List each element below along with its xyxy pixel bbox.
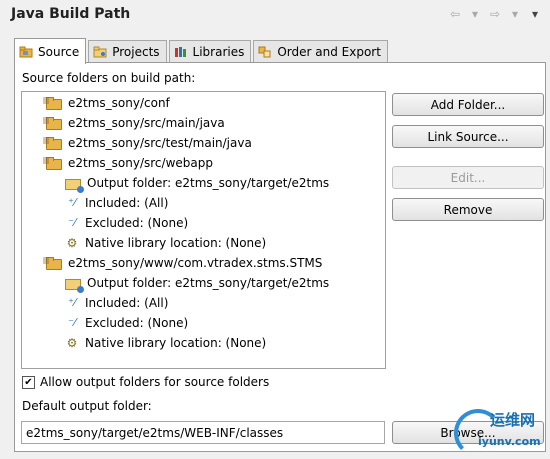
tree-item-included[interactable]: ⁺⁄ Included: (All) (65, 294, 168, 312)
tree-item-source-folder[interactable]: e2tms_sony/src/test/main/java (43, 134, 252, 152)
tree-item-source-folder[interactable]: e2tms_sony/conf (43, 94, 170, 112)
tree-item-label: e2tms_sony/src/main/java (68, 116, 225, 130)
tree-item-label: Excluded: (None) (85, 316, 189, 330)
tab-label: Source (38, 44, 80, 59)
tree-item-included[interactable]: ⁺⁄ Included: (All) (65, 194, 168, 212)
tree-item-label: Output folder: e2tms_sony/target/e2tms (87, 276, 330, 290)
default-output-folder-label: Default output folder: (22, 399, 152, 413)
tab-source[interactable]: Source (14, 38, 87, 64)
tab-projects[interactable]: Projects (88, 40, 167, 63)
tree-item-excluded[interactable]: ⁻⁄ Excluded: (None) (65, 314, 188, 332)
forward-arrow-icon[interactable]: ⇨ (488, 7, 502, 21)
native-library-icon: ⚙ (66, 336, 78, 350)
tab-order-and-export[interactable]: Order and Export (253, 40, 388, 63)
source-folder-icon (43, 157, 62, 170)
allow-output-folders-label: Allow output folders for source folders (40, 375, 270, 389)
exclusion-filter-icon: ⁻⁄ (68, 316, 76, 329)
tree-item-label: Native library location: (None) (85, 236, 267, 250)
tab-label: Projects (112, 45, 160, 59)
source-folder-icon (43, 257, 62, 270)
tree-item-label: Native library location: (None) (85, 336, 267, 350)
tree-item-label: e2tms_sony/www/com.vtradex.stms.STMS (68, 256, 323, 270)
exclusion-filter-icon: ⁻⁄ (68, 216, 76, 229)
edit-button[interactable]: Edit... (392, 166, 544, 189)
allow-output-folders-checkbox[interactable]: ✔ (22, 375, 35, 389)
tree-item-native-library[interactable]: ⚙ Native library location: (None) (65, 234, 267, 252)
tab-bar: Source Projects Libraries Order and Expo… (14, 38, 390, 64)
page-title: Java Build Path (11, 6, 131, 22)
inclusion-filter-icon: ⁺⁄ (68, 296, 76, 309)
tree-item-source-folder[interactable]: e2tms_sony/www/com.vtradex.stms.STMS (43, 254, 323, 272)
tree-item-label: e2tms_sony/src/webapp (68, 156, 213, 170)
tab-label: Order and Export (277, 45, 381, 59)
forward-dropdown-icon[interactable]: ▾ (508, 7, 522, 21)
tree-item-label: e2tms_sony/conf (68, 96, 170, 110)
tree-item-excluded[interactable]: ⁻⁄ Excluded: (None) (65, 214, 188, 232)
history-nav: ⇦ ▾ ⇨ ▾ ▾ (448, 7, 542, 21)
add-folder-button[interactable]: Add Folder... (392, 93, 544, 116)
tree-item-label: Excluded: (None) (85, 216, 189, 230)
tree-item-output-folder[interactable]: Output folder: e2tms_sony/target/e2tms (65, 274, 330, 293)
view-menu-icon[interactable]: ▾ (528, 7, 542, 21)
remove-button[interactable]: Remove (392, 198, 544, 221)
tab-label: Libraries (192, 45, 245, 59)
output-folder-icon (65, 279, 84, 293)
source-folder-tree[interactable]: e2tms_sony/conf e2tms_sony/src/main/java… (21, 91, 386, 369)
tree-item-label: Output folder: e2tms_sony/target/e2tms (87, 176, 330, 190)
tree-item-output-folder[interactable]: Output folder: e2tms_sony/target/e2tms (65, 174, 330, 193)
tree-item-source-folder[interactable]: e2tms_sony/src/webapp (43, 154, 213, 172)
inclusion-filter-icon: ⁺⁄ (68, 196, 76, 209)
source-folder-icon (43, 117, 62, 130)
library-books-icon (174, 46, 188, 58)
tree-item-label: e2tms_sony/src/test/main/java (68, 136, 252, 150)
tree-item-label: Included: (All) (85, 296, 169, 310)
header-bar: Java Build Path ⇦ ▾ ⇨ ▾ ▾ (0, 0, 550, 32)
default-output-folder-field[interactable] (21, 421, 385, 444)
tree-item-source-folder[interactable]: e2tms_sony/src/main/java (43, 114, 225, 132)
output-folder-icon (65, 179, 84, 193)
browse-button[interactable]: Browse... (392, 421, 544, 444)
source-folder-icon (43, 97, 62, 110)
source-folders-label: Source folders on build path: (22, 71, 196, 85)
tab-libraries[interactable]: Libraries (168, 40, 252, 63)
allow-output-folders-option[interactable]: ✔ Allow output folders for source folder… (22, 375, 269, 389)
back-arrow-icon[interactable]: ⇦ (448, 7, 462, 21)
link-source-button[interactable]: Link Source... (392, 125, 544, 148)
project-folder-icon (93, 46, 107, 58)
tree-item-native-library[interactable]: ⚙ Native library location: (None) (65, 334, 267, 352)
native-library-icon: ⚙ (66, 236, 78, 250)
source-folder-icon (19, 46, 33, 58)
source-folder-icon (43, 137, 62, 150)
order-export-icon (258, 46, 272, 58)
back-dropdown-icon[interactable]: ▾ (468, 7, 482, 21)
tree-item-label: Included: (All) (85, 196, 169, 210)
